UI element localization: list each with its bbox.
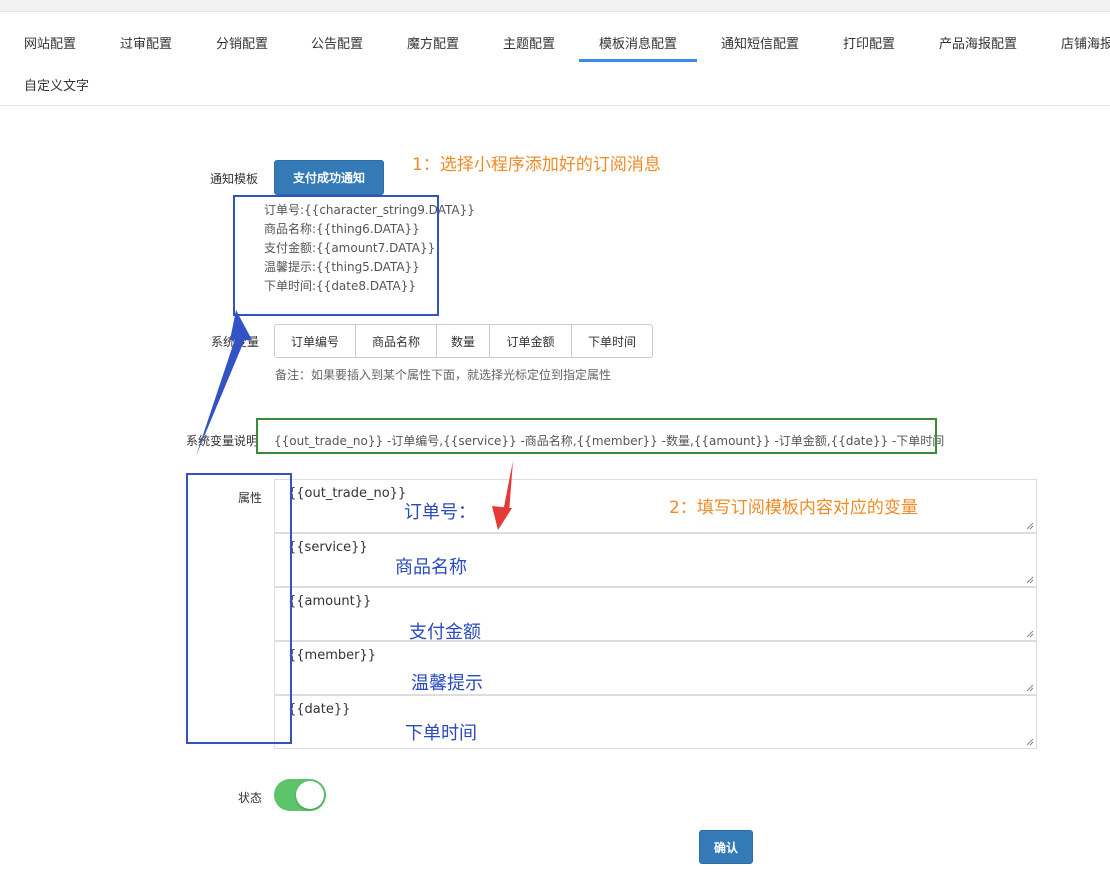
red-arrow-head-icon	[492, 506, 512, 530]
blue-arrow-head-icon	[230, 310, 252, 340]
annotation-arrows	[196, 310, 513, 530]
blue-arrow-shaft-icon	[196, 330, 247, 456]
red-arrow-shaft-icon	[503, 461, 513, 513]
